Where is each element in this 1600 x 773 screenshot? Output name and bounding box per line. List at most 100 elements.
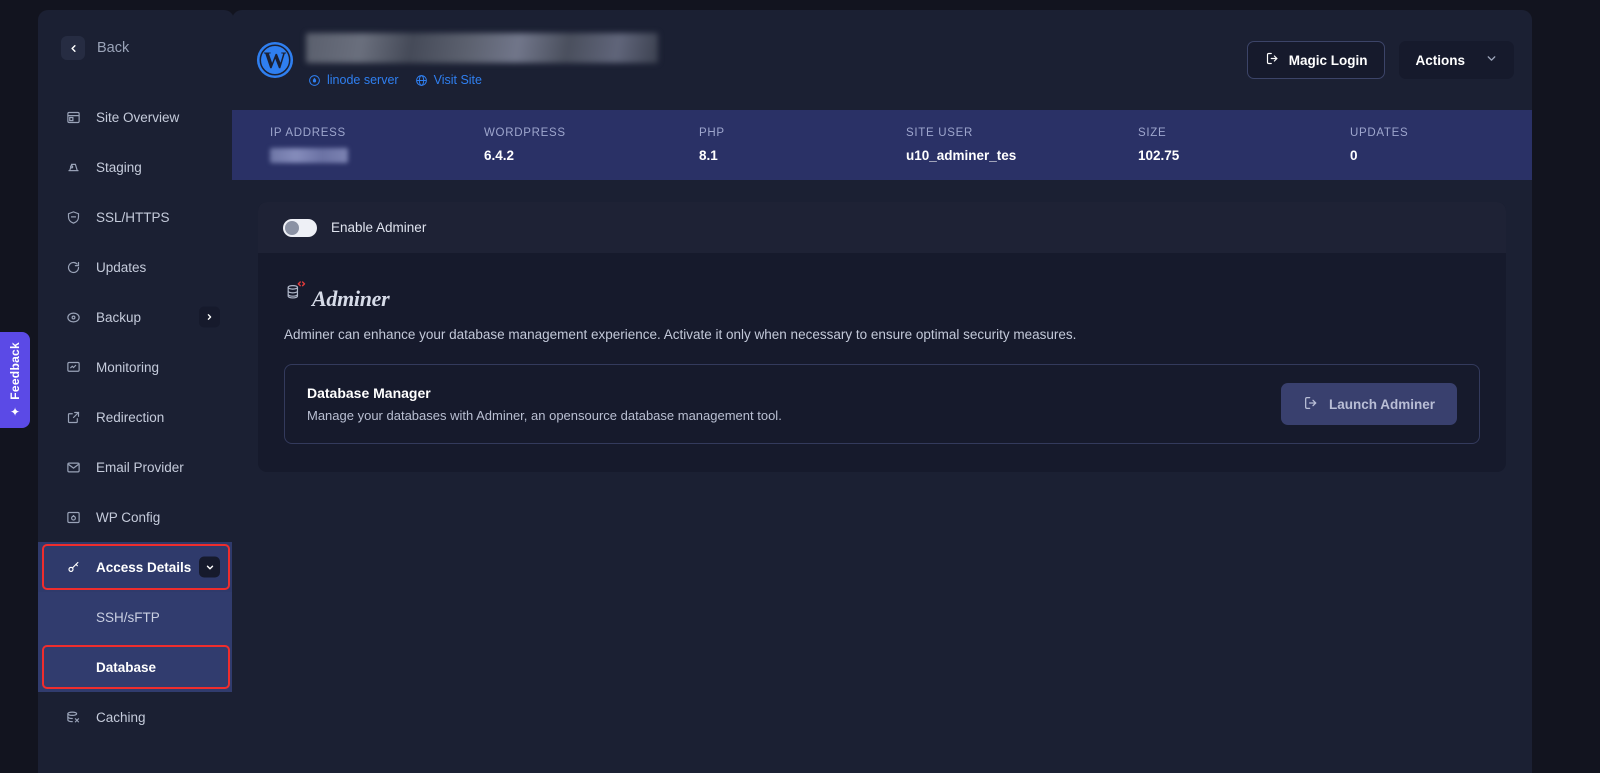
database-manager-row: Database Manager Manage your databases w…	[284, 364, 1480, 444]
sidebar: Back Site Overview Staging SSL/HTTPS	[38, 10, 234, 773]
sidebar-item-label: WP Config	[96, 510, 160, 525]
launch-adminer-button[interactable]: Launch Adminer	[1281, 383, 1457, 425]
sidebar-subitem-ssh-sftp[interactable]: SSH/sFTP	[38, 592, 234, 642]
refresh-icon	[65, 259, 82, 276]
stat-label: WORDPRESS	[484, 127, 699, 139]
stat-value-redacted	[270, 148, 348, 163]
stat-value: 6.4.2	[484, 148, 699, 163]
wordpress-icon: W	[256, 41, 294, 79]
chevron-down-icon	[1485, 52, 1498, 68]
sidebar-subitem-database[interactable]: Database	[38, 642, 234, 692]
feedback-tab-label: Feedback	[8, 342, 22, 400]
toggle-knob	[285, 221, 299, 235]
stat-wordpress: WORDPRESS 6.4.2	[484, 127, 699, 163]
visit-site-label: Visit Site	[434, 73, 482, 87]
back-button[interactable]: Back	[38, 10, 234, 60]
chevron-left-icon	[61, 36, 85, 60]
stat-size: SIZE 102.75	[1138, 127, 1350, 163]
sidebar-item-label: Updates	[96, 260, 146, 275]
sidebar-item-access-details[interactable]: Access Details	[38, 542, 234, 592]
feedback-tab[interactable]: Feedback ✦	[0, 332, 30, 428]
visit-site-link[interactable]: Visit Site	[415, 73, 482, 87]
mail-icon	[65, 459, 82, 476]
stat-value: u10_adminer_tes	[906, 148, 1138, 163]
enable-adminer-label: Enable Adminer	[331, 220, 426, 235]
sidebar-item-label: Redirection	[96, 410, 164, 425]
stat-site-user: SITE USER u10_adminer_tes	[906, 127, 1138, 163]
database-manager-text: Database Manager Manage your databases w…	[307, 385, 782, 423]
site-meta-links: linode server Visit Site	[306, 73, 1247, 87]
sidebar-item-label: Monitoring	[96, 360, 159, 375]
stat-value: 102.75	[1138, 148, 1350, 163]
external-link-icon	[65, 409, 82, 426]
globe-icon	[415, 74, 428, 87]
sidebar-item-monitoring[interactable]: Monitoring	[38, 342, 234, 392]
key-icon	[65, 559, 82, 576]
magic-login-label: Magic Login	[1289, 53, 1368, 68]
app-root: Feedback ✦ Back Site Overview Staging	[0, 0, 1600, 773]
sparkle-icon: ✦	[10, 406, 20, 418]
stat-value: 0	[1350, 148, 1408, 163]
sidebar-item-label: Access Details	[96, 560, 191, 575]
sidebar-item-updates[interactable]: Updates	[38, 242, 234, 292]
main-content: W linode server Visi	[232, 10, 1532, 773]
stat-updates: UPDATES 0	[1350, 127, 1408, 163]
sidebar-item-site-overview[interactable]: Site Overview	[38, 92, 234, 142]
staging-icon	[65, 159, 82, 176]
sidebar-item-caching[interactable]: Caching	[38, 692, 234, 742]
chevron-down-icon[interactable]	[199, 557, 220, 578]
launch-arrow-icon	[1303, 395, 1319, 414]
sidebar-item-ssl-https[interactable]: SSL/HTTPS	[38, 192, 234, 242]
stat-ip-address: IP ADDRESS	[270, 127, 484, 163]
magic-login-button[interactable]: Magic Login	[1247, 41, 1386, 79]
sidebar-item-label: SSL/HTTPS	[96, 210, 170, 225]
database-code-icon	[284, 279, 310, 310]
adminer-description: Adminer can enhance your database manage…	[284, 327, 1480, 342]
sidebar-item-label: Caching	[96, 710, 146, 725]
server-link[interactable]: linode server	[308, 73, 399, 87]
sidebar-subitem-label: Database	[96, 660, 156, 675]
enable-adminer-toggle[interactable]	[283, 219, 317, 237]
adminer-card-body: Adminer Adminer can enhance your databas…	[258, 253, 1506, 472]
sidebar-item-label: Staging	[96, 160, 142, 175]
login-arrow-icon	[1265, 51, 1280, 69]
launch-adminer-label: Launch Adminer	[1329, 397, 1435, 412]
stat-value: 8.1	[699, 148, 906, 163]
stat-label: PHP	[699, 127, 906, 139]
stat-label: SITE USER	[906, 127, 1138, 139]
database-manager-subtitle: Manage your databases with Adminer, an o…	[307, 408, 782, 423]
sidebar-item-backup[interactable]: Backup	[38, 292, 234, 342]
stat-php: PHP 8.1	[699, 127, 906, 163]
enable-adminer-row: Enable Adminer	[258, 202, 1506, 253]
sidebar-nav: Site Overview Staging SSL/HTTPS Updates	[38, 92, 234, 742]
sidebar-item-staging[interactable]: Staging	[38, 142, 234, 192]
adminer-logo: Adminer	[284, 279, 1480, 310]
sidebar-item-wp-config[interactable]: WP Config	[38, 492, 234, 542]
sidebar-item-label: Site Overview	[96, 110, 179, 125]
wp-config-icon	[65, 509, 82, 526]
caching-icon	[65, 709, 82, 726]
database-manager-title: Database Manager	[307, 385, 782, 401]
sidebar-item-email-provider[interactable]: Email Provider	[38, 442, 234, 492]
site-title-redacted	[306, 33, 658, 63]
back-label: Back	[97, 40, 129, 56]
adminer-card: Enable Adminer	[258, 202, 1506, 472]
adminer-logo-text: Adminer	[312, 288, 389, 310]
svg-text:W: W	[264, 48, 287, 73]
stat-label: IP ADDRESS	[270, 127, 484, 139]
server-link-label: linode server	[327, 73, 399, 87]
shield-icon	[65, 209, 82, 226]
monitoring-icon	[65, 359, 82, 376]
sidebar-submenu-access-details: SSH/sFTP Database	[38, 592, 234, 692]
actions-dropdown-button[interactable]: Actions	[1399, 41, 1514, 79]
stat-label: UPDATES	[1350, 127, 1408, 139]
chevron-right-icon[interactable]	[199, 307, 220, 328]
sidebar-item-redirection[interactable]: Redirection	[38, 392, 234, 442]
site-stats-bar: IP ADDRESS WORDPRESS 6.4.2 PHP 8.1 SITE …	[232, 110, 1532, 180]
sidebar-item-label: Email Provider	[96, 460, 184, 475]
backup-icon	[65, 309, 82, 326]
header-actions: Magic Login Actions	[1247, 41, 1514, 79]
site-header: W linode server Visi	[232, 10, 1532, 110]
sidebar-item-label: Backup	[96, 310, 141, 325]
actions-label: Actions	[1415, 53, 1465, 68]
